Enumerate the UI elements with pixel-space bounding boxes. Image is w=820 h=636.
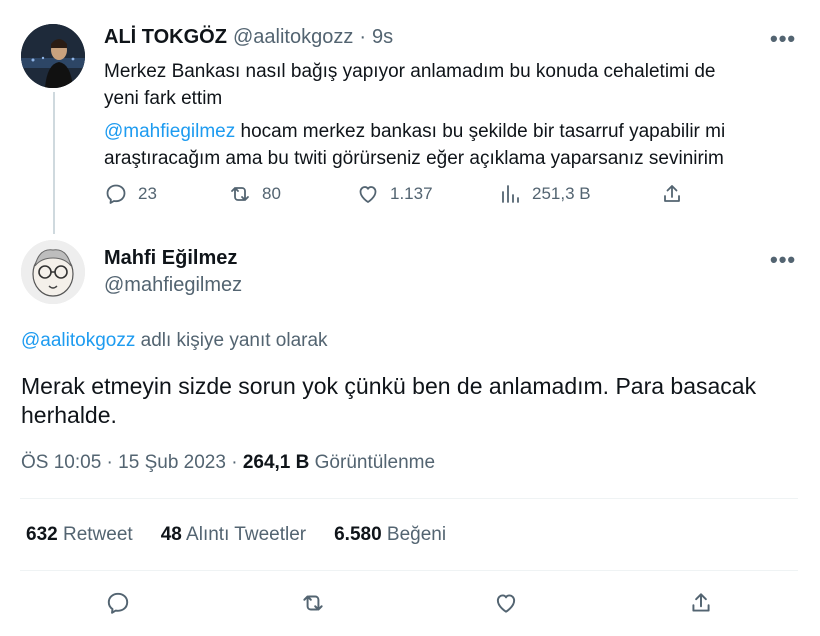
avatar-photo xyxy=(21,24,85,88)
tweet1-retweet-count: 80 xyxy=(262,184,281,203)
tweet2-reply-button[interactable] xyxy=(103,588,133,618)
heart-icon xyxy=(359,186,377,203)
reply-to-text: adlı kişiye yanıt olarak xyxy=(135,330,328,351)
tweet2-views-count: 264,1 B xyxy=(242,452,310,473)
avatar-ali-tokgoz[interactable] xyxy=(21,24,85,88)
tweet2-like-button[interactable] xyxy=(491,588,521,618)
tweet2-share-button[interactable] xyxy=(686,588,716,618)
tweet1-views-count: 251,3 B xyxy=(532,184,591,203)
tweet2-handle[interactable]: @mahfiegilmez xyxy=(104,274,242,297)
reply-context: @aalitokgozz adlı kişiye yanıt olarak xyxy=(21,330,328,352)
tweet1-time[interactable]: 9s xyxy=(372,26,393,49)
reply-icon xyxy=(107,592,129,614)
tweet1-mention[interactable]: @mahfiegilmez xyxy=(104,121,235,142)
reply-icon xyxy=(106,184,126,204)
divider-bottom xyxy=(20,570,798,571)
likes-count: 6.580 xyxy=(334,524,382,545)
tweet1-like-button[interactable]: 1.137 xyxy=(356,182,433,206)
quotes-label: Alıntı Tweetler xyxy=(181,524,307,545)
tweet2-meta-dot: · xyxy=(225,452,243,473)
tweet2-retweet-button[interactable] xyxy=(298,588,328,618)
retweets-count: 632 xyxy=(26,524,58,545)
tweet2-views-label: Görüntülenme xyxy=(309,452,436,473)
tweet1-header: ALİ TOKGÖZ @aalitokgozz · 9s xyxy=(104,26,393,49)
tweet2-line2: herhalde. xyxy=(21,402,117,428)
share-icon xyxy=(664,185,680,202)
tweet2-more-button[interactable]: ••• xyxy=(770,247,796,273)
quotes-count: 48 xyxy=(160,524,182,545)
tweet1-line3: hocam merkez bankası bu şekilde bir tasa… xyxy=(235,121,726,142)
tweet2-line1: Merak etmeyin sizde sorun yok çünkü ben … xyxy=(21,373,757,399)
tweet1-line1: Merkez Bankası nasıl bağış yapıyor anlam… xyxy=(104,61,716,82)
tweet1-handle[interactable]: @aalitokgozz xyxy=(233,26,353,49)
tweet1-separator: · xyxy=(359,26,367,48)
avatar-mahfi-egilmez[interactable] xyxy=(21,240,85,304)
tweet1-text: Merkez Bankası nasıl bağış yapıyor anlam… xyxy=(104,58,804,172)
tweet1-line2: yeni fark ettim xyxy=(104,88,223,109)
retweet-icon xyxy=(303,595,323,611)
tweet1-author-name[interactable]: ALİ TOKGÖZ xyxy=(104,26,227,49)
reply-to-mention[interactable]: @aalitokgozz xyxy=(21,330,135,351)
tweet1-like-count: 1.137 xyxy=(390,184,433,203)
views-chart-icon xyxy=(502,185,519,203)
tweet1-views-button[interactable]: 251,3 B xyxy=(498,182,591,206)
divider-top xyxy=(20,498,798,499)
likes-label: Beğeni xyxy=(381,524,447,545)
heart-icon xyxy=(496,594,516,613)
tweet2-text: Merak etmeyin sizde sorun yok çünkü ben … xyxy=(21,372,801,430)
tweet2-author-name[interactable]: Mahfi Eğilmez xyxy=(104,247,237,270)
tweet1-line4: araştıracağım ama bu twiti görürseniz eğ… xyxy=(104,148,724,169)
tweet2-timestamp[interactable]: ÖS 10:05 · 15 Şub 2023 xyxy=(21,452,226,473)
tweet1-retweet-button[interactable]: 80 xyxy=(228,182,281,206)
tweet1-reply-button[interactable]: 23 xyxy=(104,182,157,206)
tweet2-stats: 632 Retweet 48 Alıntı Tweetler 6.580 Beğ… xyxy=(26,524,446,546)
tweet1-share-button[interactable] xyxy=(660,182,684,206)
likes-stat[interactable]: 6.580 Beğeni xyxy=(334,524,446,546)
tweet1-more-button[interactable]: ••• xyxy=(770,26,796,52)
retweet-icon xyxy=(231,187,249,201)
avatar-caricature xyxy=(21,240,85,304)
quotes-stat[interactable]: 48 Alıntı Tweetler xyxy=(161,524,306,546)
thread-connector xyxy=(53,92,55,234)
tweet1-reply-count: 23 xyxy=(138,184,157,203)
retweets-stat[interactable]: 632 Retweet xyxy=(26,524,133,546)
share-icon xyxy=(692,593,710,612)
retweets-label: Retweet xyxy=(57,524,133,545)
tweet2-meta: ÖS 10:05 · 15 Şub 2023 · 264,1 B Görüntü… xyxy=(21,452,435,474)
